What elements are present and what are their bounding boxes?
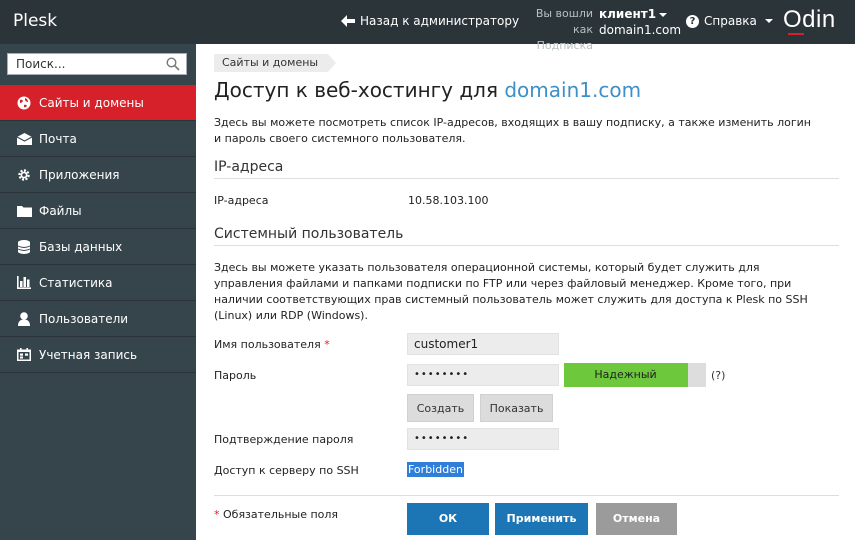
page-title-prefix: Доступ к веб-хостингу для [214, 78, 498, 102]
show-password-button[interactable]: Показать [480, 394, 553, 422]
sidebar-item-label: Почта [39, 131, 77, 146]
envelope-icon [16, 131, 32, 147]
sidebar-nav: Сайты и домены Почта Приложения Файлы Ба… [0, 85, 196, 373]
help-menu[interactable]: ? Справка [686, 14, 773, 28]
calendar-card-icon [16, 347, 32, 363]
sidebar-item-label: Статистика [39, 275, 113, 290]
page-title: Доступ к веб-хостингу для domain1.com [214, 78, 641, 102]
sidebar-item-label: Сайты и домены [39, 95, 144, 110]
search-icon[interactable] [166, 57, 180, 71]
subscription-value[interactable]: domain1.com [599, 22, 681, 38]
system-user-section-heading: Системный пользователь [214, 226, 839, 246]
chevron-down-icon [659, 12, 668, 17]
ip-value: 10.58.103.100 [408, 194, 489, 207]
arrow-left-icon [341, 15, 355, 27]
login-labels: Вы вошли как Подписка [513, 6, 593, 54]
confirm-password-field[interactable]: •••••••• [407, 428, 559, 450]
sidebar-item-label: Файлы [39, 203, 82, 218]
brand-logo[interactable]: Plesk [13, 11, 57, 31]
password-strength-label: Надежный [594, 368, 657, 381]
sidebar-item-mail[interactable]: Почта [0, 121, 196, 157]
password-strength-help[interactable]: (?) [711, 369, 725, 382]
search-box [7, 53, 187, 75]
sidebar-item-label: Базы данных [39, 239, 123, 254]
page-intro-text: Здесь вы можете посмотреть список IP-адр… [214, 116, 811, 145]
sidebar-item-databases[interactable]: Базы данных [0, 229, 196, 265]
odin-logo: Odin [783, 6, 836, 33]
ip-label: IP-адреса [214, 194, 269, 207]
password-field[interactable]: •••••••• [407, 364, 559, 386]
search-input[interactable] [8, 54, 174, 74]
username-label-text: Имя пользователя [214, 338, 321, 351]
sidebar: Сайты и домены Почта Приложения Файлы Ба… [0, 44, 196, 540]
ssh-access-label: Доступ к серверу по SSH [214, 464, 359, 477]
cancel-button[interactable]: Отмена [596, 503, 677, 535]
help-icon: ? [686, 14, 699, 28]
required-fields-text: Обязательные поля [223, 508, 339, 521]
gear-icon [16, 167, 32, 183]
chevron-down-icon [764, 19, 773, 23]
password-label: Пароль [214, 369, 257, 382]
generate-password-button[interactable]: Создать [407, 394, 474, 422]
back-to-admin-link[interactable]: Назад к администратору [341, 14, 519, 28]
sidebar-item-account[interactable]: Учетная запись [0, 337, 196, 373]
sidebar-item-users[interactable]: Пользователи [0, 301, 196, 337]
ok-button[interactable]: ОК [407, 503, 489, 535]
help-label: Справка [704, 14, 757, 28]
sidebar-item-label: Приложения [39, 167, 120, 182]
sidebar-item-statistics[interactable]: Статистика [0, 265, 196, 301]
back-to-admin-label: Назад к администратору [360, 14, 520, 28]
apply-button[interactable]: Применить [495, 503, 588, 535]
confirm-password-label: Подтверждение пароля [214, 433, 354, 446]
globe-icon [16, 95, 32, 111]
user-menu[interactable]: клиент1 [599, 6, 681, 22]
logged-in-label: Вы вошли как [535, 7, 593, 36]
required-mark: * [214, 508, 220, 521]
logged-in-user: клиент1 [599, 7, 657, 21]
password-strength-meter: Надежный [564, 363, 706, 387]
subscription-label: Подписка [536, 39, 593, 52]
ssh-access-value[interactable]: Forbidden [407, 462, 464, 477]
user-icon [16, 311, 32, 327]
ip-section-heading: IP-адреса [214, 159, 839, 179]
login-values: клиент1 domain1.com [599, 6, 681, 38]
database-icon [16, 239, 32, 255]
username-label: Имя пользователя * [214, 338, 330, 351]
form-divider [214, 495, 839, 496]
page-title-domain: domain1.com [504, 78, 642, 102]
sidebar-item-label: Учетная запись [39, 347, 138, 362]
top-bar: Plesk Назад к администратору Вы вошли ка… [0, 0, 855, 52]
odin-logo-accent [788, 33, 804, 35]
sidebar-item-label: Пользователи [39, 311, 129, 326]
breadcrumb[interactable]: Сайты и домены [214, 54, 337, 72]
folder-icon [16, 203, 32, 219]
username-field[interactable]: customer1 [407, 333, 559, 355]
bar-chart-icon [16, 275, 32, 291]
system-user-intro-text: Здесь вы можете указать пользователя опе… [214, 261, 808, 322]
required-mark: * [324, 338, 330, 351]
required-fields-note: * Обязательные поля [214, 508, 338, 521]
sidebar-item-files[interactable]: Файлы [0, 193, 196, 229]
sidebar-item-websites-domains[interactable]: Сайты и домены [0, 85, 196, 121]
sidebar-item-applications[interactable]: Приложения [0, 157, 196, 193]
